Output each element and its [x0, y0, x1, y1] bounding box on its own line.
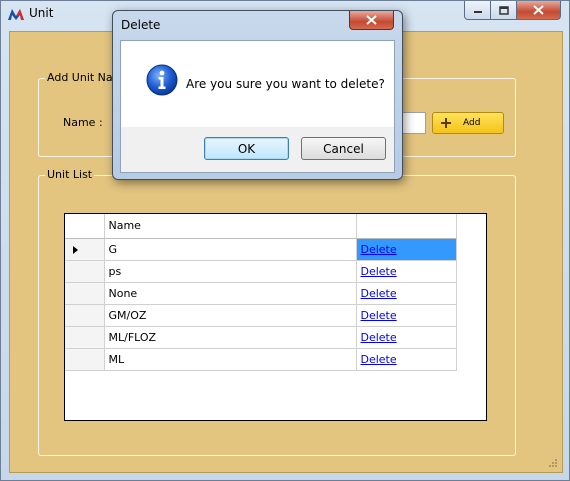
add-button-label: Add [463, 118, 481, 128]
maximize-icon [498, 5, 509, 15]
row-header[interactable] [65, 260, 105, 283]
cell-delete[interactable]: Delete [356, 238, 457, 261]
delete-link[interactable]: Delete [361, 309, 397, 322]
cell-name[interactable]: ML [104, 348, 357, 371]
window-controls [464, 1, 561, 21]
unit-list-legend: Unit List [45, 168, 95, 181]
plus-icon [441, 118, 451, 128]
cell-delete[interactable]: Delete [356, 348, 457, 371]
row-header[interactable] [65, 326, 105, 349]
delete-dialog: Delete Are you sure you want to delete? … [112, 10, 403, 180]
app-logo-icon [8, 9, 24, 20]
table-row[interactable]: GM/OZ Delete [65, 304, 457, 327]
cancel-button[interactable]: Cancel [301, 137, 386, 160]
dialog-message: Are you sure you want to delete? [186, 77, 385, 91]
close-icon [366, 15, 377, 25]
cell-name[interactable]: ps [104, 260, 357, 283]
cell-delete[interactable]: Delete [356, 260, 457, 283]
table-row[interactable]: ps Delete [65, 260, 457, 283]
table-row[interactable]: ML Delete [65, 348, 457, 371]
window-title: Unit [29, 6, 54, 20]
minimize-icon [473, 11, 482, 13]
row-header[interactable] [65, 282, 105, 305]
delete-link[interactable]: Delete [361, 287, 397, 300]
delete-link[interactable]: Delete [361, 265, 397, 278]
row-header[interactable] [65, 304, 105, 327]
grid-header-row: Name [65, 214, 457, 239]
resize-grip-icon[interactable] [548, 458, 558, 468]
row-header[interactable] [65, 348, 105, 371]
row-header[interactable] [65, 238, 105, 261]
grid-corner-cell[interactable] [65, 214, 105, 239]
table-row[interactable]: ML/FLOZ Delete [65, 326, 457, 349]
delete-link[interactable]: Delete [361, 331, 397, 344]
cell-delete[interactable]: Delete [356, 304, 457, 327]
name-label: Name : [63, 116, 103, 129]
cell-name[interactable]: None [104, 282, 357, 305]
cell-name[interactable]: ML/FLOZ [104, 326, 357, 349]
ok-button[interactable]: OK [204, 137, 289, 160]
dialog-title: Delete [121, 18, 161, 32]
info-icon [146, 64, 178, 96]
dialog-body: Are you sure you want to delete? OK Canc… [120, 40, 395, 173]
cell-name[interactable]: G [104, 238, 357, 261]
minimize-button[interactable] [464, 1, 491, 20]
close-icon [533, 5, 544, 15]
dialog-close-button[interactable] [349, 11, 394, 30]
dialog-message-area: Are you sure you want to delete? [121, 41, 394, 127]
delete-link[interactable]: Delete [361, 353, 397, 366]
cell-delete[interactable]: Delete [356, 282, 457, 305]
unit-grid[interactable]: Name G Delete ps Delete None Delete GM/O… [64, 213, 487, 421]
maximize-button[interactable] [491, 1, 517, 20]
table-row[interactable]: None Delete [65, 282, 457, 305]
cell-name[interactable]: GM/OZ [104, 304, 357, 327]
add-button[interactable]: Add [432, 112, 504, 134]
close-button[interactable] [517, 1, 561, 20]
cell-delete[interactable]: Delete [356, 326, 457, 349]
current-row-arrow-icon [73, 245, 78, 254]
delete-link[interactable]: Delete [361, 243, 397, 256]
table-row[interactable]: G Delete [65, 238, 457, 261]
column-header-name[interactable]: Name [104, 214, 357, 239]
column-header-action[interactable] [356, 214, 457, 239]
